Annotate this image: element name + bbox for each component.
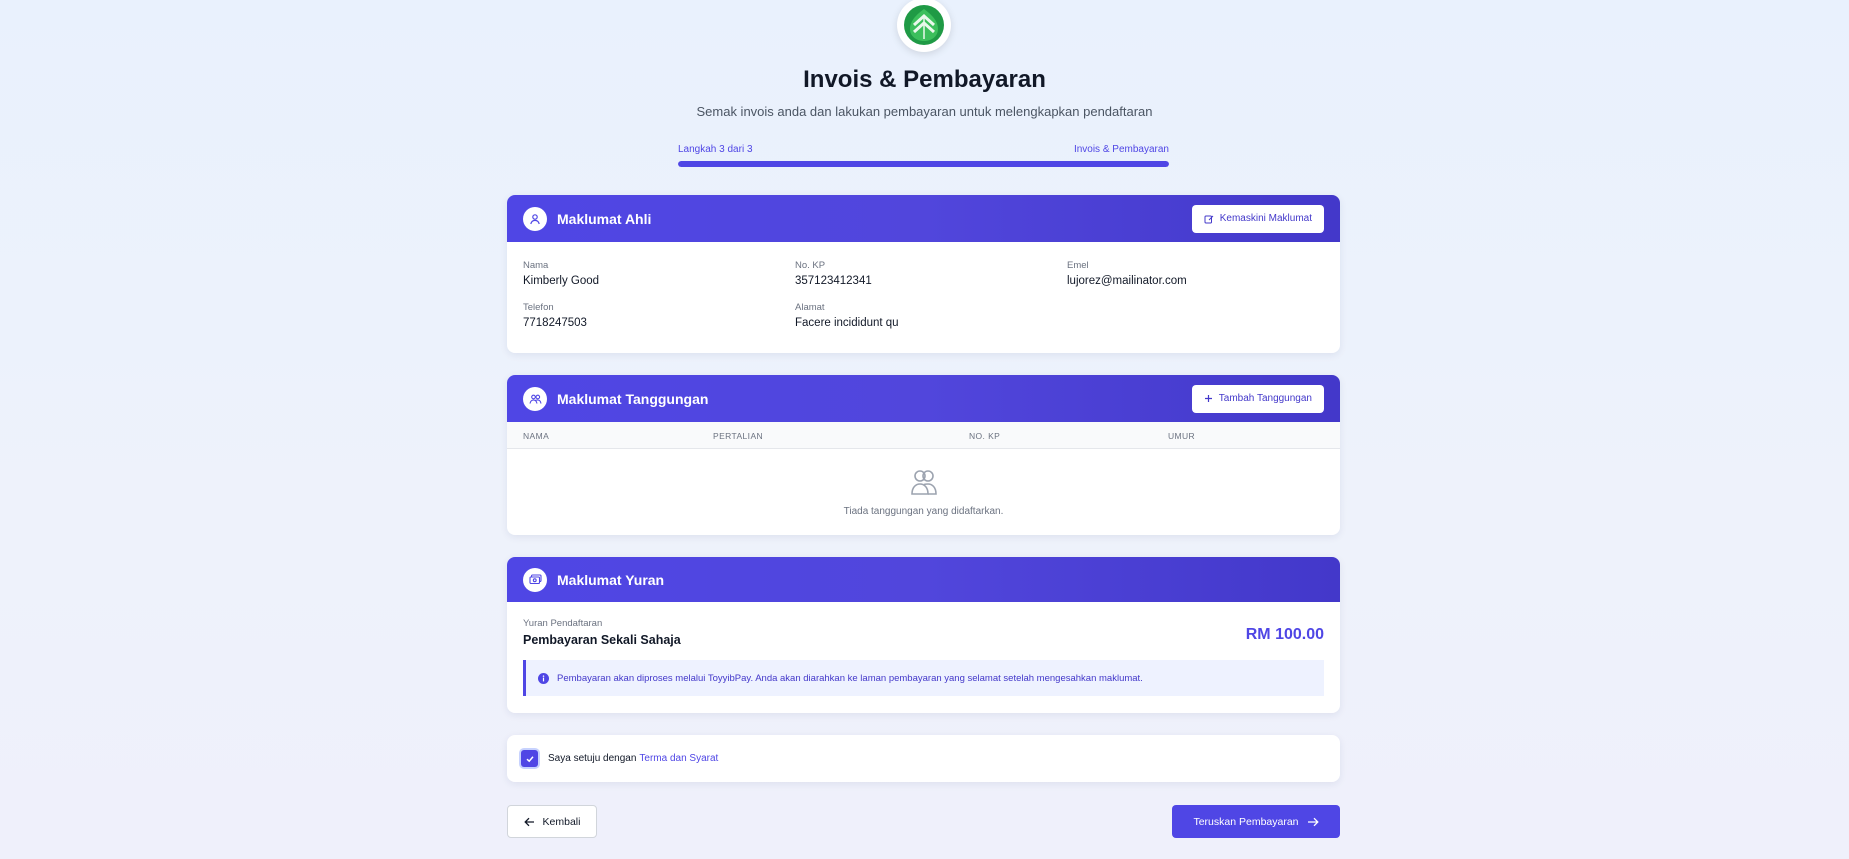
terms-text: Saya setuju dengan <box>548 753 637 764</box>
field-label: Alamat <box>795 302 825 313</box>
empty-state: Tiada tanggungan yang didaftarkan. <box>507 449 1340 517</box>
terms-card: Saya setuju dengan Terma dan Syarat <box>507 735 1340 782</box>
column-header: UMUR <box>1168 431 1196 441</box>
payment-notice: Pembayaran akan diproses melalui ToyyibP… <box>523 660 1324 696</box>
plus-icon <box>1204 394 1213 403</box>
terms-checkbox[interactable] <box>521 750 538 767</box>
back-label: Kembali <box>542 815 581 828</box>
field-value: lujorez@mailinator.com <box>1067 275 1187 287</box>
dependents-card-header: Maklumat Tanggungan Tambah Tanggungan <box>507 375 1340 422</box>
member-fields: Nama Kimberly Good No. KP 357123412341 E… <box>507 242 1340 329</box>
field-ic-number: No. KP 357123412341 <box>795 260 1067 287</box>
field-label: Emel <box>1067 260 1089 271</box>
field-email: Emel lujorez@mailinator.com <box>1067 260 1327 287</box>
empty-state-text: Tiada tanggungan yang didaftarkan. <box>843 506 1004 517</box>
add-dependent-button[interactable]: Tambah Tanggungan <box>1191 384 1324 413</box>
page-title: Invois & Pembayaran <box>803 66 1046 93</box>
column-header: NAMA <box>523 431 550 441</box>
member-card: Maklumat Ahli Kemaskini Maklumat Nama Ki… <box>507 195 1340 353</box>
dependents-card-title: Maklumat Tanggungan <box>557 390 709 407</box>
member-card-title: Maklumat Ahli <box>557 210 652 227</box>
update-info-label: Kemaskini Maklumat <box>1219 213 1312 224</box>
field-label: No. KP <box>795 260 826 271</box>
continue-payment-label: Teruskan Pembayaran <box>1193 815 1299 828</box>
progress-bar <box>678 161 1169 167</box>
payment-notice-text: Pembayaran akan diproses melalui ToyyibP… <box>557 672 1143 684</box>
column-header: NO. KP <box>969 431 1001 441</box>
member-card-header: Maklumat Ahli Kemaskini Maklumat <box>507 195 1340 242</box>
field-value: Kimberly Good <box>523 275 600 287</box>
leaf-chevron-logo-icon <box>904 5 944 45</box>
field-phone: Telefon 7718247503 <box>523 302 795 329</box>
step-counter: Langkah 3 dari 3 <box>678 144 753 155</box>
empty-users-icon <box>910 470 937 495</box>
back-button[interactable]: Kembali <box>507 805 597 838</box>
field-value: 357123412341 <box>795 275 872 287</box>
edit-icon <box>1204 214 1214 224</box>
terms-link[interactable]: Terma dan Syarat <box>639 753 718 764</box>
dependents-table-header: NAMA PERTALIAN NO. KP UMUR <box>507 422 1340 449</box>
arrow-right-icon <box>1307 817 1319 827</box>
terms-row: Saya setuju dengan Terma dan Syarat <box>507 735 1340 782</box>
page-subtitle: Semak invois anda dan lakukan pembayaran… <box>696 104 1153 119</box>
user-icon <box>523 206 547 231</box>
update-info-button[interactable]: Kemaskini Maklumat <box>1191 204 1324 233</box>
field-label: Telefon <box>523 302 554 313</box>
add-dependent-label: Tambah Tanggungan <box>1218 393 1312 404</box>
logo <box>897 0 951 52</box>
dependents-card: Maklumat Tanggungan Tambah Tanggungan NA… <box>507 375 1340 535</box>
field-value: Facere incididunt qu <box>795 317 899 329</box>
fee-label: Yuran Pendaftaran <box>523 618 603 629</box>
field-value: 7718247503 <box>523 317 587 329</box>
money-icon <box>523 567 547 592</box>
continue-payment-button[interactable]: Teruskan Pembayaran <box>1172 805 1340 838</box>
fees-card-header: Maklumat Yuran <box>507 557 1340 602</box>
check-icon <box>525 755 534 762</box>
fee-row: Yuran Pendaftaran Pembayaran Sekali Saha… <box>507 602 1340 647</box>
fee-amount: RM 100.00 <box>1245 626 1324 643</box>
progress-fill <box>678 161 1169 167</box>
column-header: PERTALIAN <box>713 431 764 441</box>
step-name: Invois & Pembayaran <box>1073 144 1169 155</box>
fees-card: Maklumat Yuran Yuran Pendaftaran Pembaya… <box>507 557 1340 713</box>
field-name: Nama Kimberly Good <box>523 260 795 287</box>
field-label: Nama <box>523 260 549 271</box>
field-address: Alamat Facere incididunt qu <box>795 302 1067 329</box>
info-icon <box>538 672 549 684</box>
fee-name: Pembayaran Sekali Sahaja <box>523 633 681 647</box>
users-icon <box>523 386 547 411</box>
arrow-left-icon <box>523 817 535 827</box>
fees-card-title: Maklumat Yuran <box>557 571 665 588</box>
